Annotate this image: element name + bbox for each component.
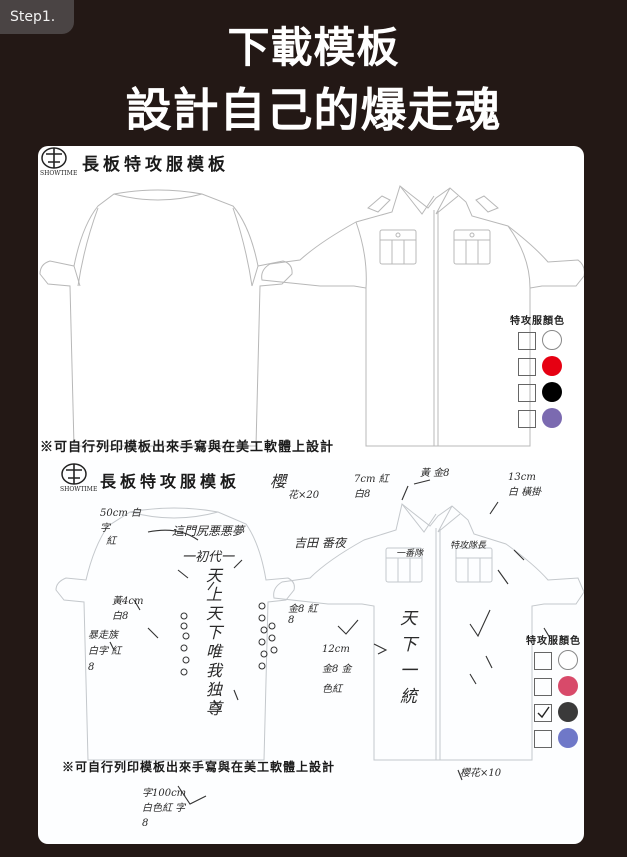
palette-checkbox[interactable] — [534, 730, 552, 748]
hand-right-top: 13cm 白 橫掛 — [508, 472, 542, 498]
hand-bottom-size: 字100cm 白色紅 字8 — [142, 788, 187, 829]
hand-flower-note: 花×20 — [288, 490, 320, 501]
hand-left-sleeve: 暴走族 白字 紅8 — [88, 630, 122, 673]
palette-checkbox[interactable] — [518, 410, 536, 428]
footer-note: ※可自行列印模板出來手寫與在美工軟體上設計 — [40, 440, 335, 455]
template-title: 長板特攻服模板 — [82, 155, 229, 175]
showtime-logo: SHOWTIME — [60, 462, 97, 493]
palette-swatch[interactable] — [542, 356, 562, 376]
hand-yellow-note: 黃4cm 白8 — [112, 596, 144, 622]
palette-checkbox[interactable] — [534, 652, 552, 670]
palette-checkbox[interactable] — [518, 332, 536, 350]
headline-line2: 設計自己的爆走魂 — [125, 83, 502, 137]
hand-center-side: 金8 紅8 — [288, 604, 318, 626]
palette-title: 特攻服顏色 — [526, 636, 581, 647]
hand-left-color: 紅 — [106, 536, 116, 547]
palette-swatch[interactable] — [542, 408, 562, 428]
palette-swatch[interactable] — [542, 382, 562, 402]
hand-vertical-left: 天上天下唯我独尊 — [206, 566, 223, 718]
palette-checkbox[interactable] — [518, 384, 536, 402]
palette-swatch[interactable] — [558, 702, 578, 722]
logo-text: SHOWTIME — [40, 170, 78, 177]
blank-template-card: SHOWTIME 長板特攻服模板 特攻服顏色 ※可自行列印模板出來手寫與在美工軟… — [38, 146, 584, 460]
palette-swatch[interactable] — [558, 650, 578, 670]
hand-left-size: 50cm 白字 — [100, 508, 141, 534]
hand-generation: 一初代一 — [182, 550, 235, 565]
palette-swatch[interactable] — [558, 676, 578, 696]
hand-title-suffix: 櫻 — [270, 472, 287, 491]
jacket-outline-blank — [39, 185, 584, 447]
showtime-logo: SHOWTIME — [40, 146, 77, 177]
hand-vertical-right: 天下一統 — [400, 609, 417, 707]
hand-bottom-flower: 櫻花×10 — [460, 768, 502, 779]
palette-swatch[interactable] — [558, 728, 578, 748]
palette-checkbox[interactable] — [534, 704, 552, 722]
headline-line1: 下載模板 — [227, 23, 400, 72]
checkmark-icon — [537, 706, 550, 719]
hand-seven-cm: 7cm 紅 白8 — [354, 474, 389, 500]
hand-pocket-right: 特攻隊長 — [450, 541, 487, 551]
hand-center-mid: 吉田 番夜 — [294, 536, 346, 550]
palette-title: 特攻服顏色 — [510, 316, 565, 327]
palette-checkbox[interactable] — [534, 678, 552, 696]
logo-text: SHOWTIME — [60, 486, 98, 493]
hand-yellow-gold: 黃 金8 — [420, 468, 450, 479]
hand-twelve-cm: 12cm 金8 金色紅 — [322, 644, 352, 695]
hand-chest-top: 這門尻悪悪夢 — [172, 524, 245, 538]
template-title: 長板特攻服模板 — [100, 472, 241, 491]
palette-checkbox[interactable] — [518, 358, 536, 376]
footer-note: ※可自行列印模板出來手寫與在美工軟體上設計 — [62, 760, 336, 774]
hand-pocket-left: 一番隊 — [396, 549, 424, 559]
example-template-card: SHOWTIME 長板特攻服模板 櫻 花×20 50cm 白字 紅 這門尻悪悪夢… — [38, 460, 584, 844]
palette-swatch[interactable] — [542, 330, 562, 350]
